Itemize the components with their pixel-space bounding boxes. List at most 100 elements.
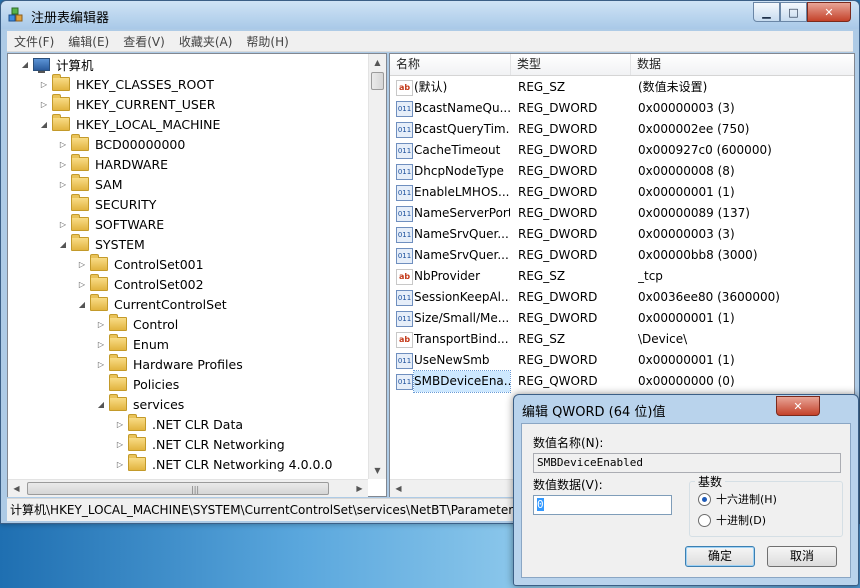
menu-edit[interactable]: 编辑(E) <box>61 33 116 50</box>
binary-value-icon: 011 <box>396 290 413 306</box>
cancel-button[interactable]: 取消 <box>767 546 837 567</box>
tree-node[interactable]: ▷ ControlSet001 <box>77 254 204 274</box>
collapsed-arrow-icon[interactable]: ▷ <box>77 280 87 289</box>
menu-view[interactable]: 查看(V) <box>116 33 172 50</box>
collapsed-arrow-icon[interactable]: ▷ <box>39 80 49 89</box>
list-row-selected[interactable]: 011 SMBDeviceEna... REG_QWORD 0x00000000 (0… <box>390 370 854 393</box>
tree-node[interactable]: ▷ Hardware Profiles <box>96 354 243 374</box>
collapsed-arrow-icon[interactable]: ▷ <box>58 180 68 189</box>
tree-node[interactable]: ▷ .NET CLR Networking 4.0.0.0 <box>115 454 332 474</box>
tree-node[interactable]: ▷ ControlSet002 <box>77 274 204 294</box>
scroll-left-icon[interactable]: ◀ <box>8 480 25 497</box>
collapsed-arrow-icon[interactable]: ▷ <box>39 100 49 109</box>
key-tree-pane[interactable]: ◢ 计算机 ▷ HKEY_CLASSES_ROOT ▷ HKEY_CURRENT_USER… <box>7 53 387 497</box>
tree-node[interactable]: ▷ BCD00000000 <box>58 134 185 154</box>
list-row[interactable]: 011 NameServerPort REG_DWORD 0x00000089 (13… <box>390 203 854 224</box>
tree-node[interactable]: ◢ HKEY_LOCAL_MACHINE <box>39 114 220 134</box>
radix-dec-option[interactable]: 十进制(D) <box>698 512 766 528</box>
value-data: 0x00000003 (3) <box>638 227 735 241</box>
tree-node[interactable]: ▷ HKEY_CLASSES_ROOT <box>39 74 214 94</box>
list-row[interactable]: 011 Size/Small/Me... REG_DWORD 0x00000001 (… <box>390 308 854 329</box>
tree-node[interactable]: ▷ Enum <box>96 334 169 354</box>
list-row[interactable]: 011 SessionKeepAl... REG_DWORD 0x0036ee80 (… <box>390 287 854 308</box>
radix-hex-label: 十六进制(H) <box>716 493 777 506</box>
tree-scroll-thumb[interactable] <box>371 72 384 90</box>
tree-node[interactable]: ▷ SAM <box>58 174 123 194</box>
tree-node[interactable]: SECURITY <box>58 194 156 214</box>
scroll-left-icon[interactable]: ◀ <box>390 480 407 497</box>
list-row[interactable]: 011 DhcpNodeType REG_DWORD 0x00000008 (8) <box>390 161 854 182</box>
list-row[interactable]: ab NbProvider REG_SZ _tcp <box>390 266 854 287</box>
collapsed-arrow-icon[interactable]: ▷ <box>115 420 125 429</box>
tree-node[interactable]: ◢ services <box>96 394 184 414</box>
collapsed-arrow-icon[interactable]: ▷ <box>58 220 68 229</box>
binary-value-icon: 011 <box>396 143 413 159</box>
maximize-button[interactable]: □ <box>780 2 807 22</box>
expanded-arrow-icon[interactable]: ◢ <box>96 400 106 409</box>
list-row[interactable]: 011 BcastNameQu... REG_DWORD 0x00000003 (3) <box>390 98 854 119</box>
column-header-type[interactable]: 类型 <box>511 54 631 75</box>
column-header-name[interactable]: 名称 <box>390 54 511 75</box>
radio-hex[interactable] <box>698 492 711 506</box>
expanded-arrow-icon[interactable]: ◢ <box>20 60 30 69</box>
tree-node[interactable]: ◢ CurrentControlSet <box>77 294 227 314</box>
column-header-data[interactable]: 数据 <box>631 54 853 75</box>
tree-node[interactable]: ▷ HKEY_CURRENT_USER <box>39 94 215 114</box>
tree-hscroll-thumb[interactable]: ||| <box>27 482 329 495</box>
list-row[interactable]: 011 NameSrvQuer... REG_DWORD 0x00000bb8 (30… <box>390 245 854 266</box>
menu-favorites[interactable]: 收藏夹(A) <box>172 33 240 50</box>
menu-help[interactable]: 帮助(H) <box>239 33 295 50</box>
tree-node[interactable]: ◢ SYSTEM <box>58 234 145 254</box>
expanded-arrow-icon[interactable]: ◢ <box>77 300 87 309</box>
scroll-down-icon[interactable]: ▼ <box>369 462 386 479</box>
folder-icon <box>71 214 89 231</box>
list-row[interactable]: 011 UseNewSmb REG_DWORD 0x00000001 (1) <box>390 350 854 371</box>
tree-node[interactable]: ▷ HARDWARE <box>58 154 168 174</box>
list-row[interactable]: 011 BcastQueryTim... REG_DWORD 0x000002ee (… <box>390 119 854 140</box>
collapsed-arrow-icon[interactable]: ▷ <box>115 460 125 469</box>
tree-horizontal-scrollbar[interactable]: ◀ ||| ▶ <box>8 479 368 497</box>
close-button[interactable]: ✕ <box>807 2 851 22</box>
tree-node[interactable]: ▷ .NET CLR Data <box>115 414 243 434</box>
list-row[interactable]: 011 CacheTimeout REG_DWORD 0x000927c0 (6000… <box>390 140 854 161</box>
scroll-right-icon[interactable]: ▶ <box>351 480 368 497</box>
expanded-arrow-icon[interactable]: ◢ <box>58 240 68 249</box>
tree-node[interactable]: ▷ Control <box>96 314 178 334</box>
collapsed-arrow-icon[interactable]: ▷ <box>77 260 87 269</box>
collapsed-arrow-icon[interactable]: ▷ <box>96 320 106 329</box>
tree-node[interactable]: ◢ 计算机 <box>20 54 94 74</box>
folder-icon <box>109 394 127 411</box>
tree-node[interactable]: ▷ SOFTWARE <box>58 214 164 234</box>
ok-button[interactable]: 确定 <box>685 546 755 567</box>
tree-node-label: ControlSet002 <box>114 276 204 292</box>
radix-dec-label: 十进制(D) <box>716 514 767 527</box>
collapsed-arrow-icon[interactable]: ▷ <box>115 440 125 449</box>
folder-icon <box>128 454 146 471</box>
list-row[interactable]: ab (默认) REG_SZ (数值未设置) <box>390 77 854 98</box>
radio-dec[interactable] <box>698 513 711 527</box>
tree-vertical-scrollbar[interactable]: ▲ ▼ <box>368 54 386 479</box>
collapsed-arrow-icon[interactable]: ▷ <box>58 160 68 169</box>
list-row[interactable]: 011 NameSrvQuer... REG_DWORD 0x00000003 (3) <box>390 224 854 245</box>
scroll-up-icon[interactable]: ▲ <box>369 54 386 71</box>
value-data: 0x0036ee80 (3600000) <box>638 290 780 304</box>
collapsed-arrow-icon[interactable]: ▷ <box>58 140 68 149</box>
menu-file[interactable]: 文件(F) <box>7 33 61 50</box>
collapsed-arrow-icon[interactable]: ▷ <box>96 360 106 369</box>
tree-node[interactable]: ▷ .NET CLR Networking <box>115 434 285 454</box>
value-type: REG_SZ <box>518 80 566 94</box>
tree-node-label: services <box>133 396 185 412</box>
binary-value-icon: 011 <box>396 311 413 327</box>
value-data-input[interactable]: 0 <box>533 495 672 515</box>
radix-hex-option[interactable]: 十六进制(H) <box>698 491 777 507</box>
value-name: Size/Small/Me... <box>414 311 510 325</box>
tree-node[interactable]: Policies <box>96 374 179 394</box>
collapsed-arrow-icon[interactable]: ▷ <box>96 340 106 349</box>
dialog-close-button[interactable]: ✕ <box>776 396 820 416</box>
list-row[interactable]: 011 EnableLMHOS... REG_DWORD 0x00000001 (1) <box>390 182 854 203</box>
minimize-button[interactable]: ▁ <box>753 2 780 22</box>
list-row[interactable]: ab TransportBind... REG_SZ \Device\ <box>390 329 854 350</box>
radix-title: 基数 <box>695 473 726 490</box>
title-bar[interactable]: 注册表编辑器 ▁ □ ✕ <box>1 1 859 29</box>
expanded-arrow-icon[interactable]: ◢ <box>39 120 49 129</box>
